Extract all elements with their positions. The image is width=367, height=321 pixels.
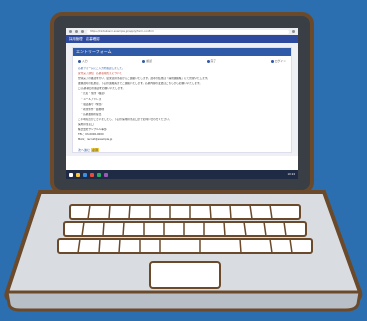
required-badge: 必須 [90, 148, 99, 153]
body-line: 採用担当窓口 [78, 123, 94, 127]
page-body: エントリーフォーム 入力 確認 完了 ログイン 応募フォームにご入力を確認しまし… [66, 43, 298, 156]
form-title: エントリーフォーム [73, 48, 291, 56]
step-3: 完了 [206, 59, 216, 63]
body-line: □ 応募項目の確認をお願いいたします。 [78, 87, 126, 91]
reload-icon[interactable] [81, 30, 84, 33]
next-link[interactable]: 次へ進む 必須 [73, 148, 291, 153]
step-4: ログイン [270, 59, 286, 63]
folder-icon[interactable] [76, 172, 80, 177]
step-indicator: 入力 確認 完了 ログイン [73, 56, 291, 65]
body-line: 登録完了の確認を行い、結果は担当者からご連絡いたします。選考の結果は「採用連絡帳… [78, 77, 210, 81]
section-heading: 受付完了通知 応募者様控えについて [78, 72, 123, 76]
intro-text: 応募フォームにご入力を確認しました。 [78, 67, 125, 70]
scene: https://kintaikanri.example.jp/apply/for… [0, 0, 367, 321]
body-line: ・氏名・住所（確認） [78, 92, 107, 96]
forward-icon[interactable] [75, 30, 78, 33]
app-icon[interactable] [97, 172, 101, 177]
app-icon[interactable] [104, 172, 108, 177]
body-line: MAIL：recruit@example.jp [78, 138, 113, 142]
edge-icon[interactable] [83, 172, 87, 177]
body-line: 株式会社サンプル人事部 [78, 128, 107, 132]
body-line: TEL：03-0000-0000 [78, 133, 104, 137]
form-panel: エントリーフォーム 入力 確認 完了 ログイン 応募フォームにご入力を確認しまし… [72, 47, 292, 153]
start-icon[interactable] [69, 172, 73, 177]
clock: 10:24 [287, 173, 295, 176]
browser-toolbar: https://kintaikanri.example.jp/apply/for… [66, 28, 298, 35]
app-icon[interactable] [90, 172, 94, 177]
step-2: 確認 [142, 59, 152, 63]
menu-icon[interactable] [292, 30, 295, 33]
address-bar[interactable]: https://kintaikanri.example.jp/apply/for… [87, 29, 289, 34]
body-line: ・電話番号（緊急） [78, 102, 104, 106]
taskbar: 10:24 [66, 170, 298, 179]
laptop-screen: https://kintaikanri.example.jp/apply/for… [66, 28, 298, 179]
step-1: 入力 [78, 59, 88, 63]
body-line: ・希望条件・勤務地 [78, 107, 104, 111]
form-body: 応募フォームにご入力を確認しました。 受付完了通知 応募者様控えについて 登録完… [73, 65, 291, 145]
app-header: 採用管理 応募確認 [66, 35, 298, 43]
body-line: ・応募書類の提出 [78, 112, 102, 116]
body-line: 書類選考の結果は、下記の連絡先までご連絡いたします。応募内容の変更はこちらからお… [78, 82, 202, 86]
body-line: ご不明な点がございましたら、下記の採用担当窓口までお問い合わせください。 [78, 117, 172, 121]
back-icon[interactable] [69, 30, 72, 33]
body-line: ・メールアドレス [78, 97, 102, 101]
